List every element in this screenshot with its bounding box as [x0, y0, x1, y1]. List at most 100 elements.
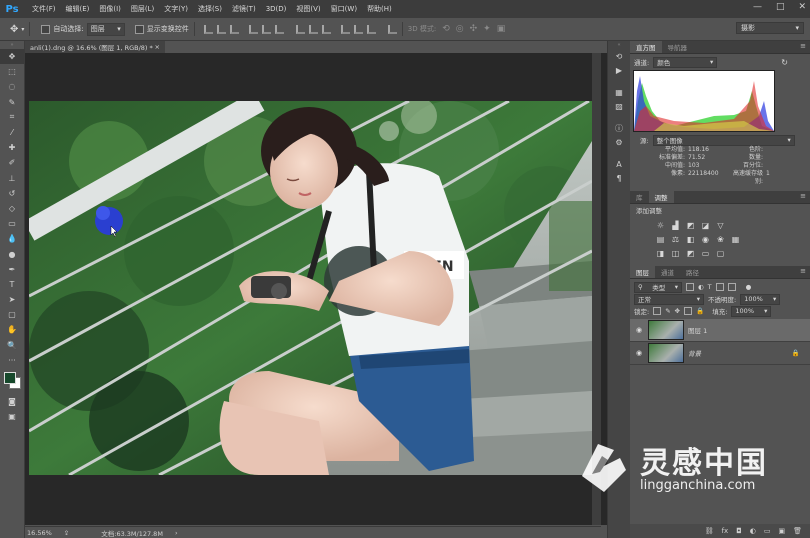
healing-brush-icon[interactable]: ✚ [0, 140, 24, 155]
tab-libraries[interactable]: 库 [630, 191, 649, 203]
visibility-eye-icon[interactable]: ◉ [634, 326, 644, 334]
hue-saturation-icon[interactable]: ▤ [656, 235, 665, 244]
crop-tool-icon[interactable]: ⌗ [0, 110, 24, 125]
path-select-tool-icon[interactable]: ➤ [0, 292, 24, 307]
minimize-button[interactable]: — [753, 2, 762, 12]
quick-mask-icon[interactable]: ◙ [0, 394, 24, 409]
filter-adjustment-icon[interactable]: ◐ [698, 283, 704, 291]
dock-collapse-icon[interactable]: « [608, 41, 630, 49]
move-tool-icon[interactable]: ✥ [10, 24, 18, 35]
add-mask-icon[interactable]: ◘ [736, 527, 742, 535]
menu-help[interactable]: 帮助(H) [362, 4, 397, 14]
menu-filter[interactable]: 滤镜(T) [227, 4, 261, 14]
eraser-tool-icon[interactable]: ◇ [0, 201, 24, 216]
move-tool-icon[interactable]: ✥ [0, 49, 24, 65]
actions-panel-icon[interactable]: ▶ [608, 63, 630, 77]
lock-artboard-icon[interactable] [684, 307, 693, 315]
hand-tool-icon[interactable]: ✋ [0, 322, 24, 337]
menu-3d[interactable]: 3D(D) [261, 5, 292, 13]
shape-tool-icon[interactable]: ▢ [0, 307, 24, 322]
workspace-switcher[interactable]: 摄影 ▾ [736, 22, 804, 34]
paragraph-panel-icon[interactable]: ¶ [608, 171, 630, 185]
zoom-level[interactable]: 16.56% [27, 529, 52, 537]
tab-histogram[interactable]: 直方图 [630, 41, 662, 53]
blend-mode-dropdown[interactable]: 正常 ▾ [634, 293, 704, 305]
3d-roll-icon[interactable]: ◎ [456, 24, 464, 34]
brush-tool-icon[interactable]: ✐ [0, 155, 24, 170]
photo-canvas[interactable]: QUEN [29, 101, 592, 475]
visibility-eye-icon[interactable]: ◉ [634, 349, 644, 357]
vibrance-icon[interactable]: ▽ [716, 221, 725, 230]
menu-file[interactable]: 文件(F) [27, 4, 61, 14]
delete-layer-icon[interactable]: 🗑 [793, 527, 802, 535]
distribute-bottom-icon[interactable] [321, 24, 331, 34]
levels-icon[interactable]: ▟ [671, 221, 680, 230]
fill-field[interactable]: 100% ▾ [731, 305, 772, 317]
history-brush-icon[interactable]: ↺ [0, 186, 24, 201]
menu-type[interactable]: 文字(Y) [159, 4, 193, 14]
chevron-right-icon[interactable]: › [175, 529, 178, 537]
brush-presets-icon[interactable]: ▨ [608, 99, 630, 113]
align-top-icon[interactable] [203, 24, 213, 34]
auto-align-icon[interactable] [387, 24, 397, 34]
blur-tool-icon[interactable]: 💧 [0, 231, 24, 246]
document-tab[interactable]: anli(1).dng @ 16.6% (图层 1, RGB/8) * × [25, 41, 165, 53]
distribute-right-icon[interactable] [366, 24, 376, 34]
lock-position-icon[interactable]: ✥ [675, 307, 680, 315]
filter-toggle-icon[interactable]: ● [746, 283, 752, 291]
screen-mode-icon[interactable]: ▣ [0, 409, 24, 424]
exposure-icon[interactable]: ◪ [701, 221, 710, 230]
layer-name[interactable]: 背景 [688, 348, 701, 358]
filter-type-icon[interactable]: T [708, 283, 712, 291]
gradient-tool-icon[interactable]: ▭ [0, 216, 24, 231]
tab-adjustments[interactable]: 调整 [648, 191, 674, 203]
photo-filter-icon[interactable]: ◉ [701, 235, 710, 244]
layer-name[interactable]: 图层 1 [688, 325, 707, 335]
filter-smart-icon[interactable] [727, 283, 736, 291]
threshold-icon[interactable]: ◩ [686, 249, 695, 258]
auto-select-dropdown[interactable]: 图层 ▾ [86, 22, 125, 36]
document-size[interactable]: 文档:63.3M/127.8M [101, 528, 163, 538]
more-tools-icon[interactable]: ··· [0, 353, 24, 368]
color-balance-icon[interactable]: ⚖ [671, 235, 680, 244]
layer-row-background[interactable]: ◉ 背景 🔒 [630, 342, 810, 365]
tab-layers[interactable]: 图层 [630, 266, 655, 278]
show-transform-checkbox[interactable] [134, 24, 144, 34]
distribute-vcenter-icon[interactable] [308, 24, 318, 34]
properties-panel-icon[interactable]: ⚙ [608, 135, 630, 149]
new-group-icon[interactable]: ▭ [764, 527, 771, 535]
brightness-icon[interactable]: ☼ [656, 221, 665, 230]
refresh-icon[interactable]: ↻ [781, 58, 788, 67]
distribute-left-icon[interactable] [340, 24, 350, 34]
tool-preset-chevron-icon[interactable]: ▾ [21, 26, 24, 33]
type-tool-icon[interactable]: T [0, 277, 24, 292]
menu-view[interactable]: 视图(V) [291, 4, 325, 14]
history-panel-icon[interactable]: ⟲ [608, 49, 630, 63]
share-icon[interactable]: ⇪ [64, 529, 69, 537]
panel-menu-icon[interactable]: ≡ [800, 267, 806, 275]
panel-menu-icon[interactable]: ≡ [800, 192, 806, 200]
layer-filter-dropdown[interactable]: ⚲ 类型 ▾ [634, 281, 682, 293]
brush-settings-icon[interactable]: ▦ [608, 85, 630, 99]
tab-navigator[interactable]: 导航器 [662, 41, 694, 53]
invert-icon[interactable]: ◨ [656, 249, 665, 258]
menu-image[interactable]: 图像(I) [94, 4, 126, 14]
close-window-button[interactable]: ✕ [798, 2, 806, 12]
channel-mixer-icon[interactable]: ❀ [716, 235, 725, 244]
menu-select[interactable]: 选择(S) [193, 4, 227, 14]
panel-collapse-icon[interactable]: » [0, 41, 24, 49]
new-layer-icon[interactable]: ▣ [778, 527, 785, 535]
filter-shape-icon[interactable] [715, 283, 724, 291]
posterize-icon[interactable]: ◫ [671, 249, 680, 258]
align-bottom-icon[interactable] [229, 24, 239, 34]
dodge-tool-icon[interactable]: ● [0, 246, 24, 261]
3d-pan-icon[interactable]: ✣ [470, 24, 478, 34]
distribute-hcenter-icon[interactable] [353, 24, 363, 34]
pen-tool-icon[interactable]: ✒ [0, 262, 24, 277]
tab-paths[interactable]: 路径 [680, 266, 705, 278]
align-left-icon[interactable] [248, 24, 258, 34]
layer-row-layer1[interactable]: ◉ 图层 1 [630, 319, 810, 342]
quick-select-tool-icon[interactable]: ✎ [0, 95, 24, 110]
auto-select-checkbox[interactable] [41, 24, 51, 34]
gradient-map-icon[interactable]: ▭ [701, 249, 710, 258]
